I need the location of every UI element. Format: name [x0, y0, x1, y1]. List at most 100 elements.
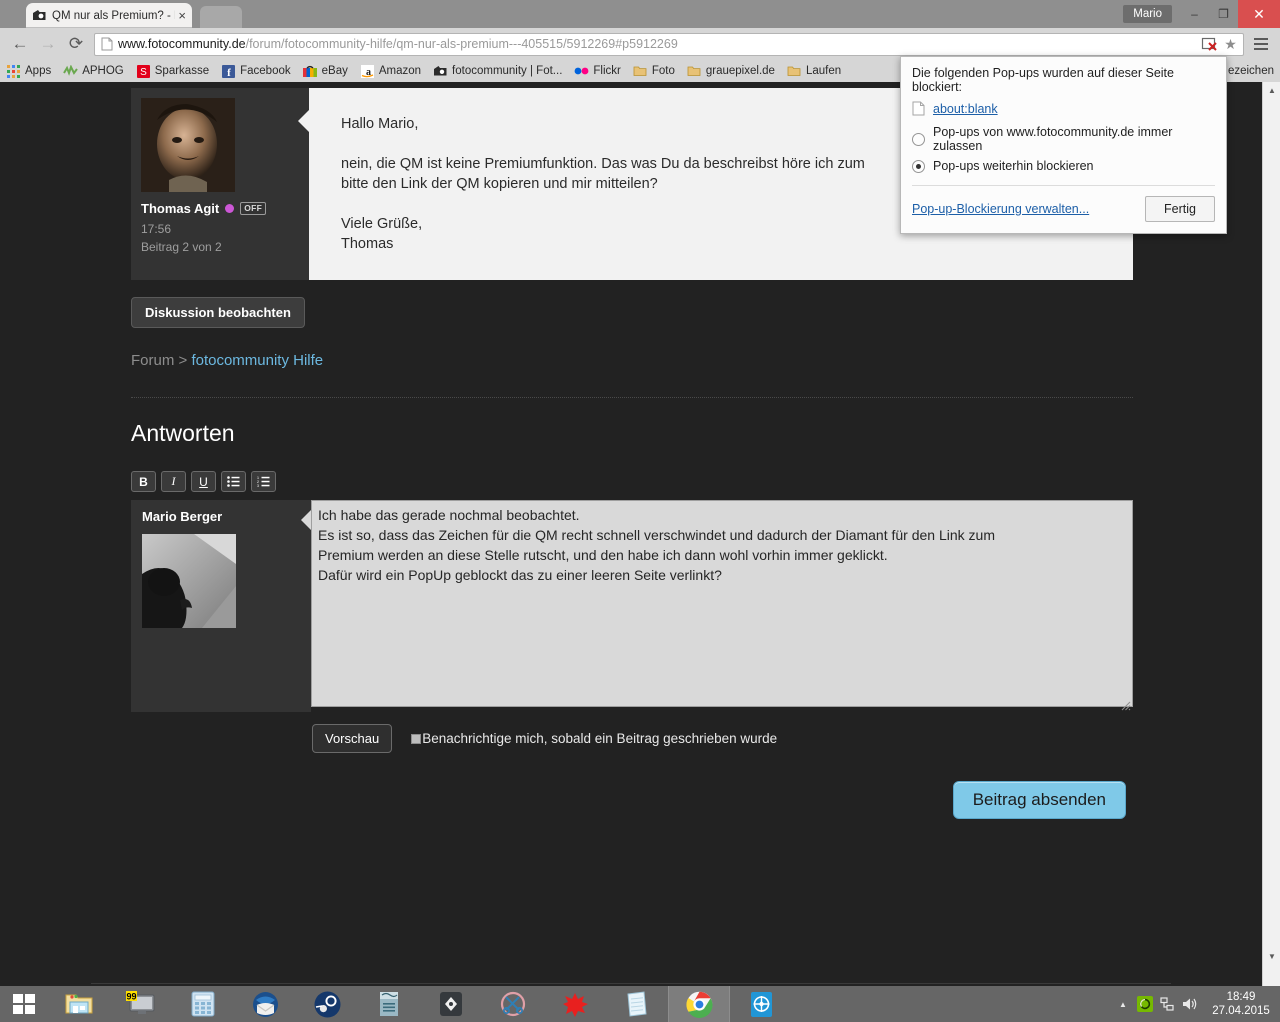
user-chip[interactable]: Mario — [1123, 5, 1172, 23]
address-bar[interactable]: www.fotocommunity.de/forum/fotocommunity… — [94, 32, 1244, 56]
new-tab-button[interactable] — [200, 6, 242, 28]
flickr-icon — [574, 64, 589, 79]
bookmark-label: fotocommunity | Fot... — [452, 65, 563, 77]
vertical-scrollbar[interactable]: ▲ ▼ — [1262, 82, 1280, 986]
underline-button[interactable]: U — [191, 471, 216, 492]
tab-title: QM nur als Premium? - Fc — [52, 9, 176, 22]
bookmark-label: Apps — [25, 65, 52, 77]
watch-discussion-button[interactable]: Diskussion beobachten — [131, 297, 305, 328]
avatar[interactable] — [141, 98, 235, 192]
done-button[interactable]: Fertig — [1145, 196, 1215, 222]
radio-block-label: Pop-ups weiterhin blockieren — [933, 159, 1094, 173]
avatar[interactable] — [142, 534, 236, 628]
bookmark-flickr[interactable]: Flickr — [574, 64, 621, 79]
post-counter: Beitrag 2 von 2 — [141, 240, 222, 254]
bookmark-label: APHOG — [82, 65, 124, 77]
status-badge: OFF — [240, 202, 267, 215]
network-icon[interactable] — [1156, 996, 1178, 1012]
manage-popup-blocking-link[interactable]: Pop-up-Blockierung verwalten... — [912, 202, 1089, 216]
post-line-3a: Viele Grüße, — [341, 216, 423, 232]
popup-blocked-dialog: Die folgenden Pop-ups wurden auf dieser … — [900, 56, 1227, 234]
bookmarks-overflow-label[interactable]: ezeichen — [1228, 65, 1274, 77]
reply-author-panel: Mario Berger — [131, 500, 311, 712]
bookmark-label: Amazon — [378, 65, 422, 77]
apps-grid-icon — [6, 64, 21, 79]
close-window-button[interactable]: ✕ — [1238, 0, 1280, 28]
taskbar: 99 ▲ 18:49 27.04.2015 — [0, 986, 1280, 1022]
blocked-popup-link[interactable]: about:blank — [933, 102, 998, 116]
bookmark-sparkasse[interactable]: S Sparkasse — [136, 64, 209, 79]
bookmark-apps[interactable]: Apps — [6, 64, 51, 79]
blue-compass-icon[interactable] — [730, 986, 792, 1022]
bookmark-aphog[interactable]: APHOG — [63, 64, 124, 79]
tab-close-icon[interactable]: × — [178, 9, 186, 22]
bookmark-facebook[interactable]: f Facebook — [221, 64, 291, 79]
tab-strip: QM nur als Premium? - Fc × Mario – ❐ ✕ — [0, 0, 1280, 28]
windows-start-icon[interactable] — [0, 986, 48, 1022]
red-splat-icon[interactable] — [544, 986, 606, 1022]
radio-allow[interactable] — [912, 132, 925, 146]
folder-explorer-icon[interactable] — [48, 986, 110, 1022]
submit-post-button[interactable]: Beitrag absenden — [952, 781, 1126, 819]
reload-icon[interactable]: ⟳ — [62, 30, 90, 58]
bullet-list-button[interactable] — [221, 471, 246, 492]
breadcrumb-link-hilfe[interactable]: fotocommunity Hilfe — [191, 352, 323, 369]
bookmark-grauepixel[interactable]: grauepixel.de — [687, 64, 775, 79]
forward-icon[interactable]: → — [34, 30, 62, 58]
radio-allow-label: Pop-ups von www.fotocommunity.de immer z… — [933, 125, 1173, 153]
bookmark-ebay[interactable]: eBay — [303, 64, 348, 79]
bookmark-star-icon[interactable]: ★ — [1222, 36, 1239, 53]
bookmark-amazon[interactable]: a Amazon — [360, 64, 421, 79]
chrome-icon[interactable] — [668, 986, 730, 1022]
bookmark-fotocommunity[interactable]: fotocommunity | Fot... — [433, 64, 562, 79]
post-author-panel: Thomas Agit OFF 17:56 Beitrag 2 von 2 — [131, 88, 309, 280]
thunderbird-icon[interactable] — [234, 986, 296, 1022]
bookmark-foto[interactable]: Foto — [633, 64, 675, 79]
post-time: 17:56 — [141, 222, 172, 236]
tray-expand-icon[interactable]: ▲ — [1112, 1000, 1134, 1009]
reply-editor: Mario Berger — [131, 500, 1133, 712]
radio-block[interactable] — [912, 159, 925, 173]
bold-button[interactable]: B — [131, 471, 156, 492]
scissors-icon[interactable] — [482, 986, 544, 1022]
browser-tab[interactable]: QM nur als Premium? - Fc × — [26, 3, 192, 28]
taskbar-clock[interactable]: 18:49 27.04.2015 — [1208, 990, 1274, 1018]
bookmark-label: Foto — [651, 65, 675, 77]
preview-button[interactable]: Vorschau — [312, 724, 393, 753]
chrome-menu-icon[interactable] — [1248, 30, 1274, 58]
maximize-button[interactable]: ❐ — [1209, 0, 1238, 28]
scroll-down-icon[interactable]: ▼ — [1263, 948, 1280, 965]
post-author-name: Thomas Agit — [141, 201, 220, 216]
back-icon[interactable]: ← — [6, 30, 34, 58]
popup-blocked-icon[interactable] — [1201, 37, 1218, 52]
bookmark-laufen[interactable]: Laufen — [787, 64, 841, 79]
notepad-icon[interactable] — [606, 986, 668, 1022]
minimize-button[interactable]: – — [1180, 0, 1209, 28]
calculator-icon[interactable] — [172, 986, 234, 1022]
scroll-up-icon[interactable]: ▲ — [1263, 82, 1280, 99]
sparkasse-icon: S — [136, 64, 151, 79]
radio-allow-row[interactable]: Pop-ups von www.fotocommunity.de immer z… — [901, 122, 1226, 156]
steam-icon[interactable] — [296, 986, 358, 1022]
monitor-99-icon[interactable]: 99 — [110, 986, 172, 1022]
text-editor-icon[interactable] — [358, 986, 420, 1022]
radio-block-row[interactable]: Pop-ups weiterhin blockieren — [901, 156, 1226, 176]
dark-badge-icon[interactable] — [420, 986, 482, 1022]
page-title: Antworten — [131, 420, 235, 446]
reply-form-actions: Vorschau Benachrichtige mich, sobald ein… — [312, 724, 1133, 753]
italic-button[interactable]: I — [161, 471, 186, 492]
facebook-icon: f — [221, 64, 236, 79]
nvidia-icon[interactable] — [1134, 996, 1156, 1012]
svg-text:3: 3 — [257, 484, 259, 487]
textarea-resize-handle[interactable] — [1120, 698, 1131, 711]
url-text: www.fotocommunity.de/forum/fotocommunity… — [118, 37, 1201, 51]
notify-checkbox[interactable] — [411, 733, 422, 744]
clock-date: 27.04.2015 — [1212, 1005, 1270, 1017]
browser-window: QM nur als Premium? - Fc × Mario – ❐ ✕ ←… — [0, 0, 1280, 986]
numbered-list-button[interactable]: 1 2 3 — [251, 471, 276, 492]
clock-time: 18:49 — [1226, 991, 1256, 1003]
volume-icon[interactable] — [1178, 996, 1200, 1012]
folder-icon — [633, 64, 648, 79]
reply-textarea[interactable] — [311, 500, 1133, 707]
reply-author-name: Mario Berger — [142, 509, 223, 524]
